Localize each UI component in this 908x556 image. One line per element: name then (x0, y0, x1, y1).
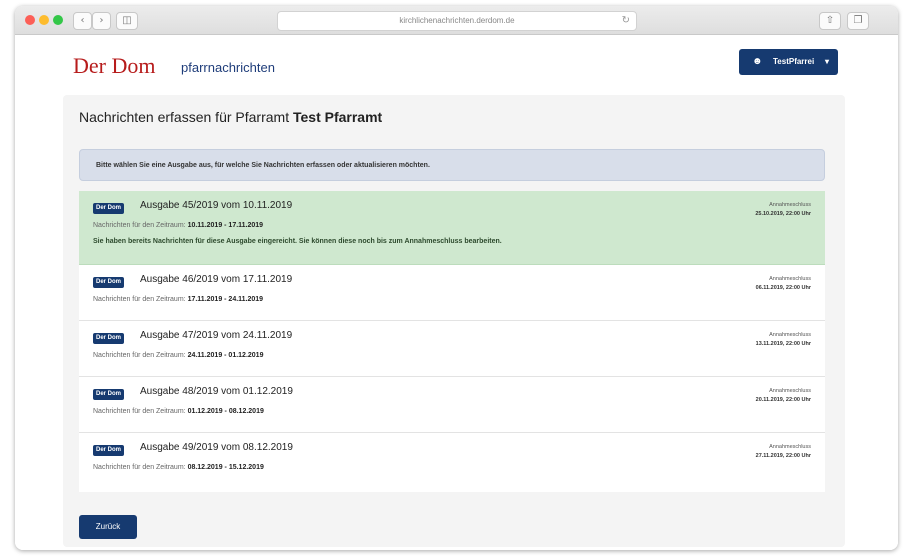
issue-period-label: Nachrichten für den Zeitraum: (93, 296, 186, 303)
issue-period-label: Nachrichten für den Zeitraum: (93, 464, 186, 471)
closing-info: Annahmeschluss 27.11.2019, 22:00 Uhr (756, 443, 811, 461)
forward-chevron-icon[interactable]: › (92, 12, 111, 30)
issue-title: Ausgabe 45/2019 vom 10.11.2019 (140, 200, 293, 211)
issue-period: Nachrichten für den Zeitraum: 01.12.2019… (93, 408, 264, 415)
closing-date: 27.11.2019, 22:00 Uhr (755, 453, 811, 459)
logo[interactable]: Der Dom (73, 53, 155, 79)
address-bar[interactable]: kirchlichenachrichten.derdom.de ↻ (277, 11, 637, 31)
publication-badge: Der Dom (93, 203, 125, 214)
closing-label: Annahmeschluss (769, 202, 811, 208)
closing-label: Annahmeschluss (769, 276, 811, 282)
address-url: kirchlichenachrichten.derdom.de (399, 16, 515, 25)
issue-period: Nachrichten für den Zeitraum: 08.12.2019… (93, 464, 264, 471)
issue-row-46[interactable]: Der Dom Ausgabe 46/2019 vom 17.11.2019 N… (79, 265, 825, 321)
issue-title: Ausgabe 47/2019 vom 24.11.2019 (140, 330, 293, 341)
info-alert: Bitte wählen Sie eine Ausgabe aus, für w… (79, 149, 825, 181)
issue-period: Nachrichten für den Zeitraum: 17.11.2019… (93, 296, 263, 303)
closing-label: Annahmeschluss (769, 388, 811, 394)
page-title: Nachrichten erfassen für Pfarramt Test P… (79, 109, 382, 125)
zoom-window-button[interactable] (53, 15, 63, 25)
back-button[interactable]: Zurück (79, 515, 137, 539)
issue-title: Ausgabe 49/2019 vom 08.12.2019 (140, 442, 293, 453)
issue-period-range: 08.12.2019 - 15.12.2019 (187, 464, 264, 471)
issue-title: Ausgabe 48/2019 vom 01.12.2019 (140, 386, 293, 397)
issue-period-label: Nachrichten für den Zeitraum: (93, 352, 186, 359)
closing-label: Annahmeschluss (769, 444, 811, 450)
close-window-button[interactable] (25, 15, 35, 25)
page-title-parish: Test Pfarramt (292, 109, 383, 125)
closing-date: 06.11.2019, 22:00 Uhr (755, 285, 811, 291)
submitted-note: Sie haben bereits Nachrichten für diese … (93, 238, 502, 245)
browser-window: ‹ › ◫ kirchlichenachrichten.derdom.de ↻ … (15, 6, 898, 550)
issue-period: Nachrichten für den Zeitraum: 24.11.2019… (93, 352, 263, 359)
share-icon[interactable]: ⇧ (819, 12, 841, 30)
publication-badge: Der Dom (93, 277, 125, 288)
issue-list: Der Dom Ausgabe 45/2019 vom 10.11.2019 N… (79, 191, 825, 492)
user-menu-label: TestPfarrei (773, 57, 815, 66)
closing-date: 13.11.2019, 22:00 Uhr (755, 341, 811, 347)
user-icon: ☻ (752, 56, 763, 67)
page-title-prefix: Nachrichten erfassen für Pfarramt (79, 109, 290, 125)
publication-badge: Der Dom (93, 389, 125, 400)
minimize-window-button[interactable] (39, 15, 49, 25)
closing-info: Annahmeschluss 25.10.2019, 22:00 Uhr (755, 201, 811, 219)
issue-period-label: Nachrichten für den Zeitraum: (93, 408, 186, 415)
browser-toolbar: ‹ › ◫ kirchlichenachrichten.derdom.de ↻ … (15, 6, 898, 35)
sidebar-icon[interactable]: ◫ (116, 12, 138, 30)
tabs-icon[interactable]: ❐ (847, 12, 869, 30)
issue-period: Nachrichten für den Zeitraum: 10.11.2019… (93, 222, 263, 229)
issue-row-45[interactable]: Der Dom Ausgabe 45/2019 vom 10.11.2019 N… (79, 191, 825, 265)
publication-badge: Der Dom (93, 445, 125, 456)
issue-title: Ausgabe 46/2019 vom 17.11.2019 (140, 274, 293, 285)
closing-info: Annahmeschluss 20.11.2019, 22:00 Uhr (756, 387, 811, 405)
issue-selection-card: Nachrichten erfassen für Pfarramt Test P… (63, 95, 845, 547)
issue-period-range: 10.11.2019 - 17.11.2019 (187, 222, 264, 229)
closing-date: 20.11.2019, 22:00 Uhr (755, 397, 811, 403)
reload-icon[interactable]: ↻ (622, 12, 630, 30)
closing-label: Annahmeschluss (769, 332, 811, 338)
caret-down-icon: ▾ (825, 57, 830, 66)
issue-period-range: 01.12.2019 - 08.12.2019 (187, 408, 264, 415)
back-chevron-icon[interactable]: ‹ (73, 12, 92, 30)
issue-row-49[interactable]: Der Dom Ausgabe 49/2019 vom 08.12.2019 N… (79, 433, 825, 492)
publication-badge: Der Dom (93, 333, 125, 344)
closing-date: 25.10.2019, 22:00 Uhr (755, 211, 811, 217)
user-menu-button[interactable]: ☻ TestPfarrei ▾ (739, 49, 838, 75)
page-content: Der Dom pfarrnachrichten ☻ TestPfarrei ▾… (15, 35, 898, 550)
logo-subtitle: pfarrnachrichten (181, 60, 275, 75)
closing-info: Annahmeschluss 13.11.2019, 22:00 Uhr (756, 331, 811, 349)
issue-period-range: 24.11.2019 - 01.12.2019 (187, 352, 264, 359)
closing-info: Annahmeschluss 06.11.2019, 22:00 Uhr (756, 275, 811, 293)
issue-period-range: 17.11.2019 - 24.11.2019 (187, 296, 264, 303)
issue-row-48[interactable]: Der Dom Ausgabe 48/2019 vom 01.12.2019 N… (79, 377, 825, 433)
issue-row-47[interactable]: Der Dom Ausgabe 47/2019 vom 24.11.2019 N… (79, 321, 825, 377)
issue-period-label: Nachrichten für den Zeitraum: (93, 222, 186, 229)
